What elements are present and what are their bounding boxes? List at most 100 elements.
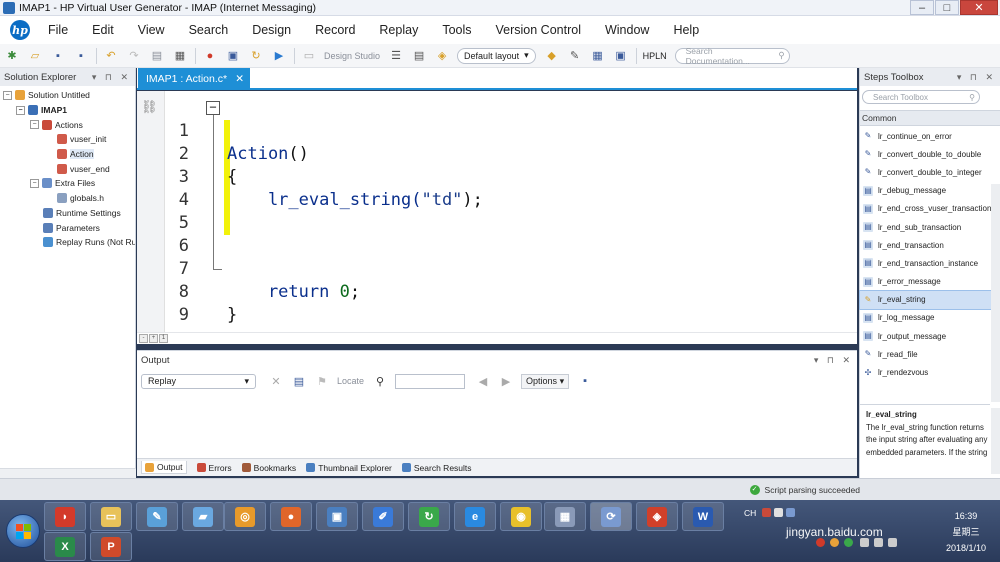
tab-errors[interactable]: Errors [196, 463, 232, 473]
step-item[interactable]: ✎ lr_read_file [860, 345, 1000, 363]
step-item[interactable]: ▤ lr_end_transaction [860, 236, 1000, 254]
layout-icon[interactable]: ▣ [613, 48, 629, 64]
search-icon[interactable]: ⚲ [372, 373, 388, 389]
step-item[interactable]: ▤ lr_end_sub_transaction [860, 218, 1000, 236]
menu-help[interactable]: Help [673, 23, 699, 37]
save-all-icon[interactable]: ▪ [73, 48, 89, 64]
toolbox-scrollbar[interactable] [991, 184, 1000, 402]
taskbar-app[interactable]: ◉ [500, 502, 542, 531]
start-button[interactable] [6, 514, 40, 548]
step-item[interactable]: ▤ lr_output_message [860, 327, 1000, 345]
save-output-icon[interactable]: ▪ [577, 373, 593, 389]
minimize-button[interactable]: – [910, 0, 934, 15]
tree-item-vuser-init[interactable]: vuser_init [0, 132, 135, 147]
step-item[interactable]: ▤ lr_error_message [860, 273, 1000, 291]
collapse-icon[interactable]: − [30, 178, 39, 188]
taskbar-app[interactable]: W [682, 502, 724, 531]
regenerate-icon[interactable]: ▣ [225, 48, 241, 64]
hpln-label[interactable]: HPLN [643, 51, 667, 61]
taskbar-app[interactable]: ● [270, 502, 312, 531]
clear-icon[interactable]: ✕ [268, 373, 284, 389]
tree-item-vuser-end[interactable]: vuser_end [0, 161, 135, 176]
tree-item-runtime-settings[interactable]: Runtime Settings [0, 206, 135, 221]
output-search-input[interactable] [395, 373, 466, 389]
toolbox-search-input[interactable]: Search Toolbox ⚲ [862, 90, 980, 104]
step-item-selected[interactable]: ✎ lr_eval_string [859, 289, 1000, 310]
menu-edit[interactable]: Edit [92, 23, 114, 37]
new-solution-icon[interactable]: ✱ [4, 48, 20, 64]
menu-file[interactable]: File [48, 23, 68, 37]
step-item[interactable]: ▤ lr_end_cross_vuser_transaction [860, 200, 1000, 218]
run-icon[interactable]: ▶ [271, 48, 287, 64]
layout-select[interactable]: Default layout ▾ [457, 47, 536, 64]
tray-icon[interactable] [830, 538, 839, 547]
step-item[interactable]: ✎ lr_continue_on_error [860, 127, 1000, 145]
input-language[interactable]: CH [744, 508, 756, 518]
taskbar-app[interactable]: ▰ [182, 502, 224, 531]
description-scrollbar[interactable] [991, 408, 1000, 474]
taskbar-app[interactable]: P [90, 532, 132, 561]
tree-item-globals[interactable]: globals.h [0, 191, 135, 206]
correlation-icon[interactable]: ◈ [434, 48, 450, 64]
save-icon[interactable]: ▪ [50, 48, 66, 64]
close-button[interactable]: ✕ [960, 0, 998, 15]
previous-icon[interactable]: ◀ [475, 373, 491, 389]
documentation-search-input[interactable]: Search Documentation... ⚲ [674, 46, 790, 66]
redo-icon[interactable]: ↷ [126, 48, 142, 64]
network-icon[interactable] [874, 538, 883, 547]
code-editor[interactable]: ⛓ − 1 Action() 2 { 3 lr_eval_string("td"… [137, 91, 857, 332]
close-tab-icon[interactable]: ✕ [235, 73, 244, 85]
grid-icon[interactable]: ▦ [590, 48, 606, 64]
menu-version-control[interactable]: Version Control [496, 23, 581, 37]
tree-item-action[interactable]: Action [0, 147, 135, 162]
step-item[interactable]: ✣ lr_rendezvous [860, 363, 1000, 381]
tree-item-extra-files[interactable]: − Extra Files [0, 176, 135, 191]
design-studio-icon[interactable]: ▭ [301, 48, 317, 64]
collapse-icon[interactable]: − [16, 105, 25, 115]
brush-icon[interactable]: ✎ [567, 48, 583, 64]
taskbar-app[interactable]: ▣ [316, 502, 358, 531]
tray-icon[interactable] [774, 508, 783, 517]
menu-view[interactable]: View [138, 23, 165, 37]
panel-controls[interactable]: ▾ ⊓ ✕ [92, 72, 131, 83]
outline-icon[interactable]: ☰ [388, 48, 404, 64]
tree-item-replay-runs[interactable]: Replay Runs (Not Run [0, 235, 135, 250]
filter-icon[interactable]: ⚑ [314, 373, 330, 389]
step-item[interactable]: ▤ lr_end_transaction_instance [860, 254, 1000, 272]
tree-item-parameters[interactable]: Parameters [0, 220, 135, 235]
tray-icon[interactable] [816, 538, 825, 547]
zoom-in-button[interactable]: + [149, 334, 158, 343]
open-icon[interactable]: ▱ [27, 48, 43, 64]
maximize-button[interactable]: □ [935, 0, 959, 15]
next-icon[interactable]: ▶ [498, 373, 514, 389]
step-item[interactable]: ✎ lr_convert_double_to_double [860, 145, 1000, 163]
menu-search[interactable]: Search [189, 23, 229, 37]
tab-bookmarks[interactable]: Bookmarks [241, 463, 296, 473]
tree-item-script[interactable]: − IMAP1 [0, 103, 135, 118]
taskbar-app[interactable]: ↻ [408, 502, 450, 531]
wrap-icon[interactable]: ▤ [291, 373, 307, 389]
tab-thumbnail-explorer[interactable]: Thumbnail Explorer [306, 463, 392, 473]
tray-icon[interactable] [762, 508, 771, 517]
clock[interactable]: 16:39 星期三 2018/1/10 [946, 508, 986, 556]
tree-item-actions[interactable]: − Actions [0, 117, 135, 132]
tree-item-solution[interactable]: − Solution Untitled [0, 88, 135, 103]
panel-controls[interactable]: ▾ ⊓ ✕ [957, 72, 996, 83]
menu-record[interactable]: Record [315, 23, 355, 37]
code-icon[interactable]: ▤ [411, 48, 427, 64]
locate-button[interactable]: Locate [337, 376, 364, 386]
taskbar-app[interactable]: X [44, 532, 86, 561]
options-button[interactable]: Options ▾ [521, 373, 570, 389]
volume-icon[interactable] [888, 538, 897, 547]
compile-icon[interactable]: ▤ [149, 48, 165, 64]
snapshot-icon[interactable]: ▦ [172, 48, 188, 64]
output-source-select[interactable]: Replay ▾ [141, 373, 256, 389]
collapse-icon[interactable]: − [30, 120, 39, 130]
highlight-icon[interactable]: ◆ [544, 48, 560, 64]
design-studio-label[interactable]: Design Studio [324, 51, 380, 61]
taskbar-app[interactable]: ◗ [44, 502, 86, 531]
panel-controls[interactable]: ▾ ⊓ ✕ [814, 355, 853, 366]
record-icon[interactable]: ● [202, 48, 218, 64]
zoom-out-button[interactable]: - [139, 334, 148, 343]
tab-output[interactable]: Output [141, 461, 187, 474]
